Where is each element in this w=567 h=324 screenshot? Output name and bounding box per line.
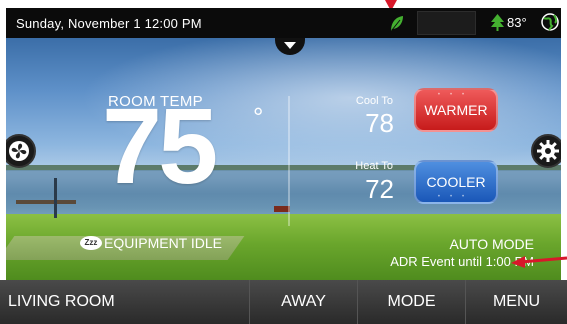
leaf-icon[interactable] [389,15,404,32]
warmer-dots: ••• [437,92,475,98]
message-display-box [417,11,476,35]
degree-symbol: ° [253,102,264,132]
nav-mode[interactable]: MODE [358,280,466,324]
cooler-button[interactable]: COOLER ••• [414,160,498,204]
thermostat-screen: Sunday, November 1 12:00 PM 83° ROOM TEM… [0,0,567,324]
status-bar: Sunday, November 1 12:00 PM 83° [6,8,561,38]
chevron-down-icon [284,42,296,49]
mode-status: AUTO MODE [449,236,534,252]
nav-living-room[interactable]: LIVING ROOM [0,280,250,324]
nav-away[interactable]: AWAY [250,280,358,324]
date-time: Sunday, November 1 12:00 PM [16,15,202,31]
warmer-button[interactable]: ••• WARMER [414,88,498,132]
bottom-nav: LIVING ROOM AWAY MODE MENU [0,280,567,324]
cooler-label: COOLER [426,174,486,190]
cooler-dots: ••• [437,194,475,200]
adr-event-status: ADR Event until 1:00 PM [390,254,534,269]
settings-button[interactable] [531,134,561,168]
red-pointer-arrow-right [511,256,567,268]
heat-to-setpoint: 72 [365,174,394,204]
main-display: ROOM TEMP 75 ° Cool To 78 Heat To 72 •••… [6,38,561,280]
panel-divider [288,96,290,226]
nav-menu[interactable]: MENU [466,280,567,324]
globe-icon[interactable] [540,12,560,32]
cool-to-label: Cool To [355,95,393,107]
heat-to-label: Heat To [355,160,393,172]
dock [16,200,76,204]
equipment-status: EQUIPMENT IDLE [104,235,222,251]
room-temp-value: 75 [102,85,218,206]
cool-to-setpoint: 78 [365,108,394,138]
zzz-idle-icon: Zzz [80,236,102,250]
gear-icon [537,140,559,162]
warmer-label: WARMER [424,102,488,118]
tree-icon [491,14,504,31]
lamp-post [54,178,57,218]
outdoor-temp: 83° [507,15,527,30]
fan-icon [9,141,29,161]
